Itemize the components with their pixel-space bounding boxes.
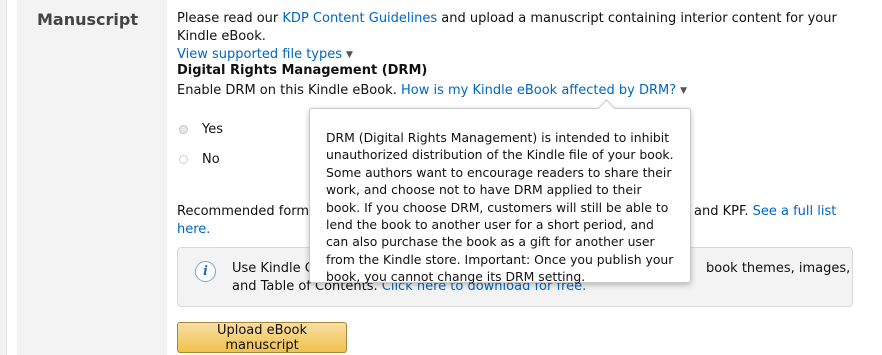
drm-enable-label: Enable DRM on this Kindle eBook. (177, 83, 401, 98)
section-sidebar: Manuscript (17, 0, 167, 355)
drm-help-label: How is my Kindle eBook affected by DRM? (400, 83, 677, 98)
radio-no-label: No (202, 152, 220, 167)
drm-help-link[interactable]: How is my Kindle eBook affected by DRM? ▼ (401, 83, 687, 98)
drm-heading: Digital Rights Management (DRM) (177, 63, 428, 78)
formats-text-end: and KPF. See a full list (694, 203, 836, 221)
see-full-list-link-here[interactable]: here. (177, 222, 210, 237)
page-left-border (0, 0, 7, 355)
section-label: Manuscript (37, 10, 138, 29)
file-types-label: View supported file types (177, 47, 343, 62)
drm-help-text: DRM (Digital Rights Management) is inten… (326, 130, 674, 285)
radio-yes-label: Yes (202, 122, 223, 137)
formats-text-start: Recommended formats (177, 204, 329, 219)
intro-before: Please read our (177, 11, 283, 26)
see-full-list-link[interactable]: See a full list (753, 204, 837, 219)
view-supported-file-types-link[interactable]: View supported file types ▼ (177, 47, 353, 62)
info-text-end: book themes, images, (706, 261, 851, 276)
caret-down-icon: ▼ (680, 86, 688, 96)
caret-down-icon: ▼ (346, 50, 353, 60)
radio-no[interactable] (179, 155, 188, 164)
info-icon: i (195, 261, 216, 282)
upload-ebook-manuscript-button[interactable]: Upload eBook manuscript (177, 322, 347, 353)
drm-help-popover: DRM (Digital Rights Management) is inten… (309, 99, 691, 285)
drm-enable-text: Enable DRM on this Kindle eBook. How is … (177, 82, 687, 101)
drm-option-yes[interactable]: Yes (179, 122, 223, 137)
drm-option-no[interactable]: No (179, 152, 220, 167)
formats-line2: here. (177, 221, 210, 239)
intro-text: Please read our KDP Content Guidelines a… (177, 10, 867, 65)
formats-text-end-label: and KPF. (694, 204, 753, 219)
radio-yes[interactable] (179, 125, 188, 134)
kdp-content-guidelines-link[interactable]: KDP Content Guidelines (282, 11, 437, 26)
